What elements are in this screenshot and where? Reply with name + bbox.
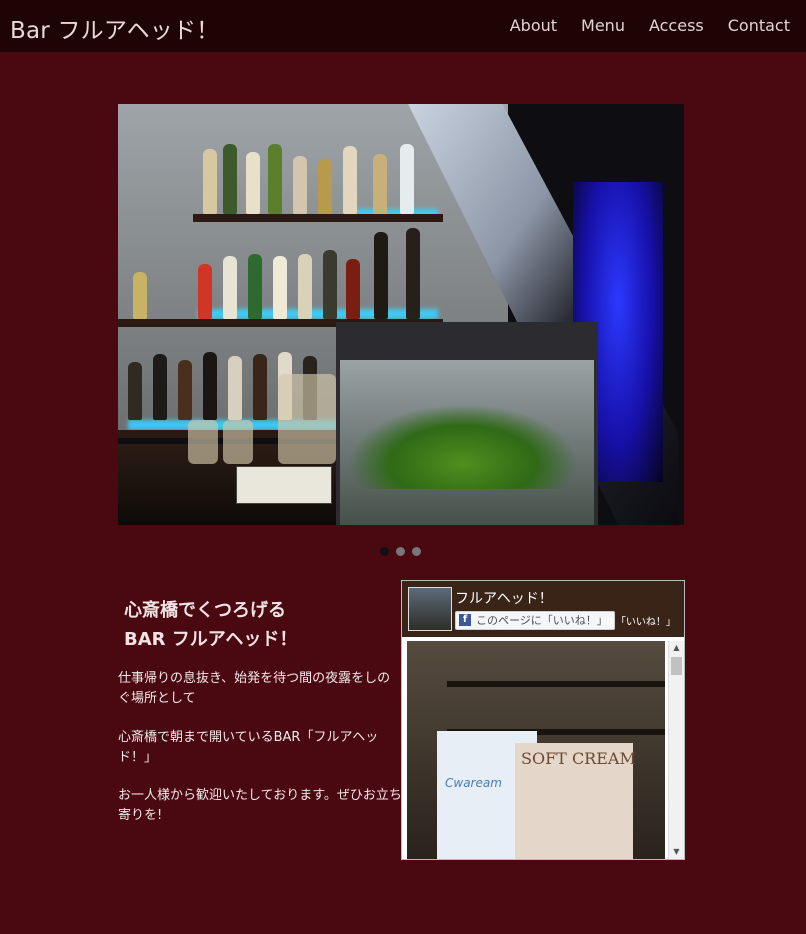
scroll-up-icon[interactable]: ▲ [669,641,684,655]
facebook-widget-header: フルアヘッド！ f このページに「いいね！」 30 「いいね！」 [402,581,684,637]
hero-bottle [346,259,360,319]
nav-contact[interactable]: Contact [728,16,790,35]
hero-bottle [323,250,337,319]
scrollbar-thumb[interactable] [671,657,682,675]
intro-heading-line2: BAR フルアヘッド！ [124,629,298,650]
header-bar: Bar フルアヘッド！ About Menu Access Contact [0,0,806,52]
hero-bottle [223,144,237,214]
hero-shelf [193,214,443,222]
hero-bottle [406,228,420,319]
facebook-page-avatar[interactable] [408,587,452,631]
hero-jar [278,374,336,464]
hero-bottle [273,256,287,319]
slider-dot-2[interactable] [396,547,405,556]
hero-bottle [246,152,260,214]
hero-jar [223,420,253,464]
intro-heading-line1: 心斎橋でくつろげる [124,600,286,621]
slider-dot-3[interactable] [412,547,421,556]
hero-bottle [248,254,262,319]
hero-bottle [128,362,142,420]
hero-bottle [178,360,192,420]
hero-bottle [374,232,388,319]
hero-calendar [236,466,332,504]
facebook-like-label: このページに「いいね！」 [476,614,608,627]
hero-jar [188,420,218,464]
nav-menu[interactable]: Menu [581,16,625,35]
hero-bottle [203,352,217,420]
hero-bottle [343,146,357,214]
hero-bottle [223,256,237,319]
intro-paragraph-1: 仕事帰りの息抜き、始発を待つ間の夜露をしのぐ場所として [118,671,391,706]
post-sign-title: SOFT CREAM [521,749,636,768]
hero-bottle [198,264,212,319]
facebook-f-icon: f [459,614,471,626]
facebook-page-name[interactable]: フルアヘッド！ [455,588,553,608]
hero-aquarium-plants [348,404,578,489]
post-brand-text: Cwaream [445,776,502,790]
scroll-down-icon[interactable]: ▼ [669,845,684,859]
intro-paragraph-2: 心斎橋で朝まで開いているBAR「フルアヘッド！」 [118,730,379,765]
hero-slide-image [118,104,684,525]
hero-bottle [298,254,312,319]
hero-bottle [133,272,147,319]
facebook-widget-scrollbar[interactable]: ▲ ▼ [668,641,684,859]
intro-heading: 心斎橋でくつろげる BAR フルアヘッド！ [124,596,384,654]
slider-dots [380,547,421,556]
hero-bottle [153,354,167,420]
facebook-like-count: 30 「いいね！」 [600,617,676,628]
slider-dot-1[interactable] [380,547,389,556]
post-soft-cream-sign: SOFT CREAM [515,743,636,859]
intro-paragraph-3: お一人様から歓迎いたしております。ぜひお立ち寄りを! [118,788,402,823]
hero-bottle [268,144,282,214]
hero-bottle [253,354,267,420]
hero-bottle [318,159,332,214]
post-shelf [447,681,665,687]
main-nav: About Menu Access Contact [510,16,790,35]
facebook-like-button[interactable]: f このページに「いいね！」 [455,611,615,630]
nav-about[interactable]: About [510,16,557,35]
hero-bottle [203,149,217,214]
facebook-page-widget: フルアヘッド！ f このページに「いいね！」 30 「いいね！」 Cwaream… [401,580,685,860]
hero-bottle [400,144,414,214]
hero-bottle [373,154,387,214]
site-title[interactable]: Bar フルアヘッド！ [10,11,219,45]
hero-bottle [293,156,307,214]
hero-bottle [228,356,242,420]
facebook-post-image[interactable]: Cwaream SOFT CREAM [407,641,665,859]
nav-access[interactable]: Access [649,16,704,35]
